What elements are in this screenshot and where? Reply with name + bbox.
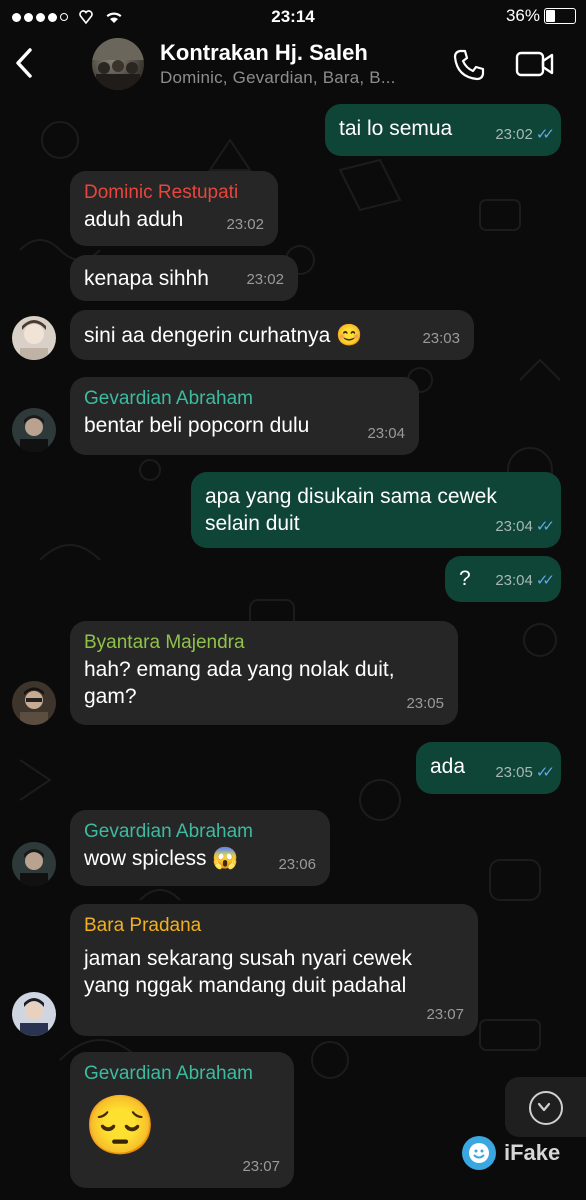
avatar[interactable] (12, 842, 56, 886)
message-text: jaman sekarang susah nyari cewek yang ng… (84, 945, 464, 999)
message-incoming[interactable]: kenapa sihhh 23:02 (70, 255, 298, 301)
chevron-down-icon (529, 1091, 563, 1125)
sender-name[interactable]: Dominic Restupati (84, 179, 264, 206)
avatar[interactable] (12, 992, 56, 1036)
avatar[interactable] (12, 408, 56, 452)
video-icon[interactable] (515, 50, 555, 78)
sender-name[interactable]: Gevardian Abraham (84, 1060, 280, 1087)
read-ticks-icon: ✓✓ (535, 126, 555, 143)
sender-name[interactable]: Byantara Majendra (84, 629, 444, 656)
message-outgoing[interactable]: ada 23:05 ✓✓ (416, 742, 561, 794)
message-incoming[interactable]: Byantara Majendra hah? emang ada yang no… (70, 621, 458, 725)
read-ticks-icon: ✓✓ (535, 572, 555, 589)
message-time: 23:03 (422, 330, 460, 347)
message-text: hah? emang ada yang nolak duit, gam? (84, 656, 444, 710)
scroll-to-bottom-button[interactable] (505, 1077, 586, 1137)
message-time: 23:05 (406, 695, 444, 712)
chat-header: Kontrakan Hj. Saleh Dominic, Gevardian, … (0, 34, 586, 94)
back-chevron-icon[interactable] (10, 46, 40, 80)
message-line: hah? emang ada yang nolak duit, (84, 658, 395, 681)
read-ticks-icon: ✓✓ (535, 764, 555, 781)
message-incoming[interactable]: Gevardian Abraham wow spicless 😱 23:06 (70, 810, 330, 886)
message-time: 23:02 (246, 271, 284, 288)
message-time: 23:05 (495, 764, 533, 781)
chat-participants[interactable]: Dominic, Gevardian, Bara, B... (160, 68, 396, 88)
message-text: sini aa dengerin curhatnya 😊 (84, 324, 363, 347)
message-outgoing[interactable]: tai lo semua 23:02 ✓✓ (325, 104, 561, 156)
phone-icon[interactable] (452, 48, 486, 82)
message-line: yang nggak mandang duit padahal (84, 974, 407, 997)
message-time: 23:02 (226, 216, 264, 233)
message-line: apa yang disukain sama cewek (205, 485, 497, 508)
watermark: iFake (462, 1136, 560, 1170)
read-ticks-icon: ✓✓ (535, 518, 555, 535)
message-outgoing[interactable]: apa yang disukain sama cewek selain duit… (191, 472, 561, 548)
group-avatar[interactable] (92, 38, 144, 90)
message-line: selain duit (205, 512, 300, 535)
message-time: 23:07 (426, 1006, 464, 1023)
message-incoming[interactable]: sini aa dengerin curhatnya 😊 23:03 (70, 310, 474, 360)
message-time: 23:04 (495, 518, 533, 535)
message-time: 23:04 (367, 425, 405, 442)
chat-title[interactable]: Kontrakan Hj. Saleh (160, 40, 368, 66)
message-incoming[interactable]: Gevardian Abraham bentar beli popcorn du… (70, 377, 419, 455)
sender-name[interactable]: Bara Pradana (84, 912, 464, 939)
message-emoji: 😔 (84, 1093, 157, 1158)
ifake-logo-icon (462, 1136, 496, 1170)
status-bar: 23:14 36% (0, 0, 586, 34)
message-incoming[interactable]: Bara Pradana jaman sekarang susah nyari … (70, 904, 478, 1036)
watermark-label: iFake (504, 1140, 561, 1165)
battery-icon (544, 8, 576, 24)
message-time: 23:06 (278, 856, 316, 873)
message-incoming[interactable]: Gevardian Abraham 😔 23:07 (70, 1052, 294, 1188)
battery-percent: 36% (505, 6, 540, 25)
message-time: 23:07 (242, 1158, 280, 1175)
avatar[interactable] (12, 316, 56, 360)
message-time: 23:04 (495, 572, 533, 589)
message-outgoing[interactable]: ? 23:04 ✓✓ (445, 556, 561, 602)
sender-name[interactable]: Gevardian Abraham (84, 385, 405, 412)
message-line: gam? (84, 685, 137, 708)
message-text: bentar beli popcorn dulu (84, 414, 310, 437)
sender-name[interactable]: Gevardian Abraham (84, 818, 316, 845)
message-line: jaman sekarang susah nyari cewek (84, 947, 413, 970)
status-time: 23:14 (271, 7, 315, 26)
message-incoming[interactable]: Dominic Restupati aduh aduh 23:02 (70, 171, 278, 246)
message-time: 23:02 (495, 126, 533, 143)
avatar[interactable] (12, 681, 56, 725)
